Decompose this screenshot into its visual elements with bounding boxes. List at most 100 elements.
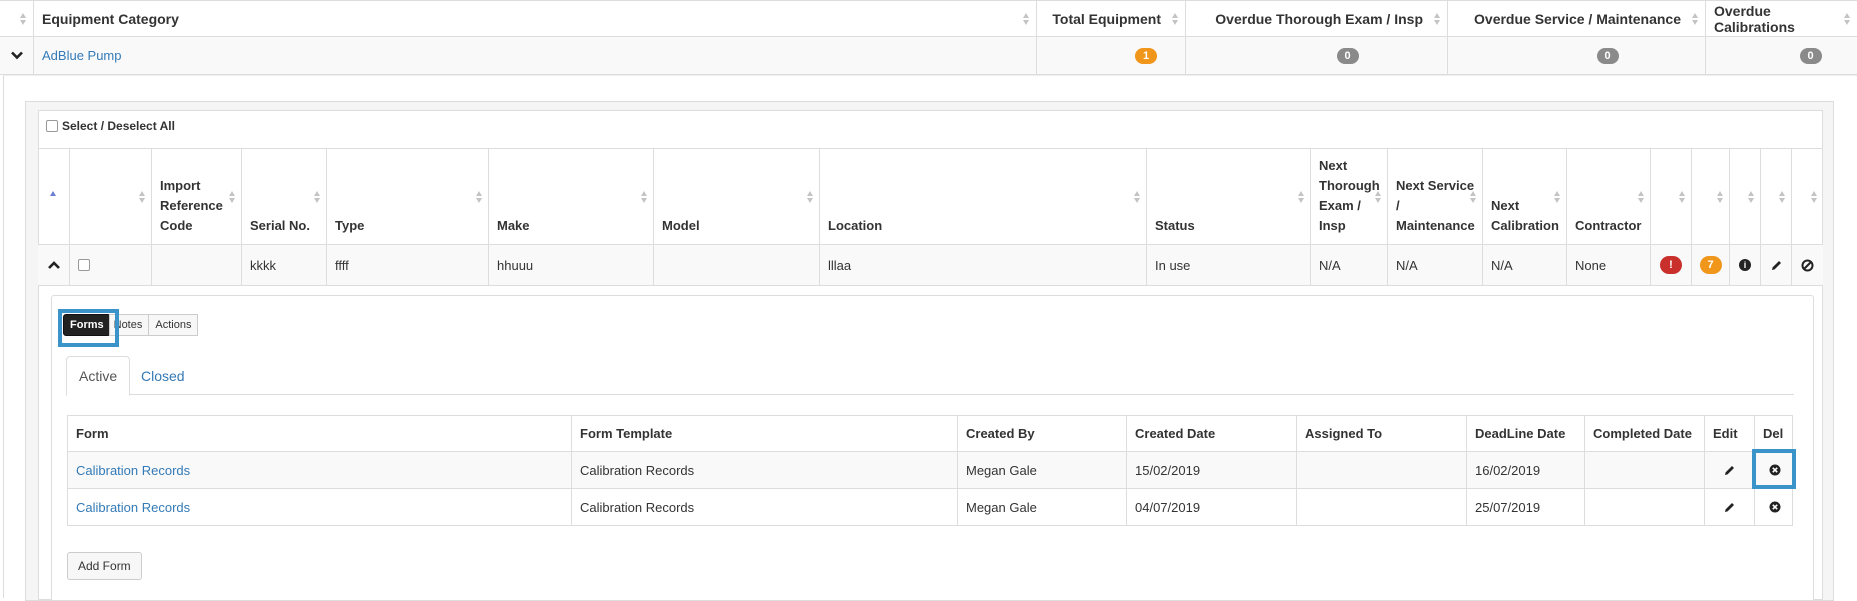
total-equipment-badge: 1	[1135, 47, 1157, 64]
cell-location: lllaa	[820, 245, 1147, 285]
header-label: Overdue Service / Maintenance	[1474, 10, 1681, 27]
forms-button-highlight	[58, 309, 119, 347]
header-import-ref[interactable]: Import Reference Code	[152, 149, 242, 244]
header-label: Location	[828, 218, 883, 233]
header-deadline: DeadLine Date	[1467, 416, 1585, 451]
sort-icon	[1717, 190, 1724, 204]
tab-closed[interactable]: Closed	[129, 356, 197, 395]
header-label: Status	[1155, 218, 1195, 233]
header-checkbox-col[interactable]	[70, 149, 152, 244]
sort-icon	[476, 190, 483, 204]
header-sort-toggle[interactable]	[38, 149, 70, 244]
header-overdue-exam[interactable]: Overdue Thorough Exam / Insp	[1186, 1, 1448, 36]
header-label: Overdue Calibrations	[1714, 2, 1795, 35]
header-edit-col[interactable]	[1761, 149, 1792, 244]
cell-created-by: Megan Gale	[958, 452, 1127, 488]
header-label: Contractor	[1575, 218, 1642, 233]
sort-icon	[1844, 12, 1851, 26]
header-completed-date: Completed Date	[1585, 416, 1705, 451]
forms-table-header: Form Form Template Created By Created Da…	[67, 415, 1793, 452]
header-label: Next Calibration	[1491, 198, 1559, 233]
form-link[interactable]: Calibration Records	[76, 463, 190, 478]
header-label: Make	[497, 218, 530, 233]
pencil-icon[interactable]	[1770, 259, 1783, 272]
sort-icon	[807, 190, 814, 204]
category-link[interactable]: AdBlue Pump	[42, 48, 122, 63]
cell-form-template: Calibration Records	[572, 452, 958, 488]
cell-created-date: 15/02/2019	[1127, 452, 1297, 488]
category-table-header: Equipment Category Total Equipment Overd…	[0, 0, 1857, 37]
sort-icon	[139, 190, 146, 204]
sort-asc-icon	[50, 190, 57, 204]
ban-icon[interactable]	[1801, 259, 1814, 272]
alert-badge[interactable]: !	[1660, 256, 1682, 274]
equipment-row: kkkk ffff hhuuu lllaa In use N/A N/A N/A…	[38, 245, 1823, 286]
cell-import-ref	[152, 245, 242, 285]
expand-column-header[interactable]	[0, 1, 34, 36]
info-icon[interactable]: i	[1739, 259, 1751, 271]
category-row: AdBlue Pump 1 0 0 0	[0, 37, 1857, 75]
header-equipment-category[interactable]: Equipment Category	[34, 1, 1037, 36]
overdue-calibrations-cell: 0	[1706, 37, 1857, 74]
form-status-tabs: Active Closed	[66, 356, 1794, 396]
header-form: Form	[68, 416, 572, 451]
count-badge[interactable]: 7	[1699, 256, 1722, 274]
header-alert-col[interactable]	[1651, 149, 1692, 244]
add-form-button[interactable]: Add Form	[67, 552, 142, 580]
sort-icon	[1470, 190, 1477, 204]
header-assigned-to: Assigned To	[1297, 416, 1467, 451]
header-disable-col[interactable]	[1792, 149, 1823, 244]
header-label: Total Equipment	[1052, 10, 1161, 27]
header-count-col[interactable]	[1692, 149, 1730, 244]
header-total-equipment[interactable]: Total Equipment	[1037, 1, 1186, 36]
cell-disable	[1792, 245, 1823, 285]
header-label: Serial No.	[250, 218, 310, 233]
row-collapse-toggle[interactable]	[38, 245, 70, 285]
cell-make: hhuuu	[489, 245, 654, 285]
header-status[interactable]: Status	[1147, 149, 1311, 244]
header-next-calibration[interactable]: Next Calibration	[1483, 149, 1567, 244]
header-type[interactable]: Type	[327, 149, 489, 244]
header-contractor[interactable]: Contractor	[1567, 149, 1651, 244]
header-overdue-calibrations[interactable]: Overdue Calibrations	[1706, 1, 1857, 36]
header-overdue-service[interactable]: Overdue Service / Maintenance	[1448, 1, 1706, 36]
delete-button-highlight	[1752, 449, 1796, 489]
cell-edit	[1705, 489, 1755, 525]
cell-status: In use	[1147, 245, 1311, 285]
pencil-icon[interactable]	[1723, 464, 1736, 477]
tab-active[interactable]: Active	[66, 356, 131, 396]
header-del: Del	[1763, 426, 1784, 441]
cell-created-by: Megan Gale	[958, 489, 1127, 525]
sort-icon	[1375, 190, 1382, 204]
sort-icon	[1434, 12, 1441, 26]
sort-icon	[1692, 12, 1699, 26]
sort-icon	[229, 190, 236, 204]
header-model[interactable]: Model	[654, 149, 820, 244]
select-all-checkbox[interactable]	[46, 120, 58, 132]
sort-icon	[314, 190, 321, 204]
header-label: Next Service / Maintenance	[1396, 178, 1475, 233]
cell-model	[654, 245, 820, 285]
sort-icon	[1811, 190, 1818, 204]
collapse-toggle[interactable]	[0, 37, 34, 74]
header-make[interactable]: Make	[489, 149, 654, 244]
header-location[interactable]: Location	[820, 149, 1147, 244]
header-created-date: Created Date	[1127, 416, 1297, 451]
form-link[interactable]: Calibration Records	[76, 500, 190, 515]
equipment-table-header: Import Reference Code Serial No. Type Ma…	[38, 148, 1823, 245]
sort-icon	[1748, 190, 1755, 204]
pencil-icon[interactable]	[1723, 501, 1736, 514]
header-info-col[interactable]	[1730, 149, 1761, 244]
header-serial[interactable]: Serial No.	[242, 149, 327, 244]
row-checkbox[interactable]	[78, 259, 90, 271]
overdue-exam-badge: 0	[1336, 47, 1359, 64]
delete-icon[interactable]	[1769, 501, 1781, 513]
cell-serial: kkkk	[242, 245, 327, 285]
sort-icon	[641, 190, 648, 204]
actions-button[interactable]: Actions	[148, 314, 199, 336]
select-all-control[interactable]: Select / Deselect All	[46, 119, 175, 133]
overdue-service-cell: 0	[1448, 37, 1706, 74]
header-next-service[interactable]: Next Service / Maintenance	[1388, 149, 1483, 244]
header-label: Model	[662, 218, 700, 233]
header-next-exam[interactable]: Next Thorough Exam / Insp	[1311, 149, 1388, 244]
